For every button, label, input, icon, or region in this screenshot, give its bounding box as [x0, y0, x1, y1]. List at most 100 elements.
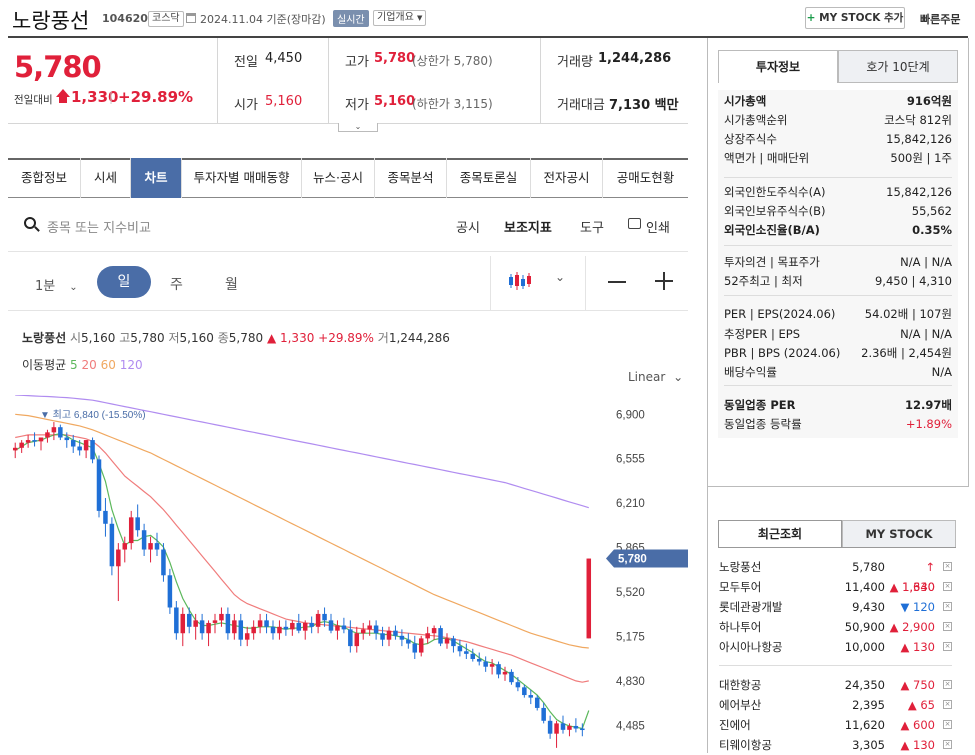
invest-row: 외국인한도주식수(A) 15,842,126 [724, 183, 952, 202]
tools-button[interactable]: 도구 [580, 217, 604, 236]
tab-board[interactable]: 종목토론실 [447, 158, 531, 198]
zoom-out-icon[interactable] [608, 281, 626, 283]
remove-icon[interactable]: × [943, 622, 952, 631]
tab-news[interactable]: 뉴스·공시 [302, 158, 375, 198]
legend-high-label: 고 [119, 331, 131, 345]
minute-select[interactable]: 1분 ⌄ [35, 275, 78, 294]
invest-label: 동일업종 PER [724, 398, 796, 412]
recent-item[interactable]: 진에어 11,620 ▲ 600 × [719, 715, 952, 735]
candle-body [373, 625, 379, 634]
recent-item[interactable]: 롯데관광개발 9,430 ▼ 120 × [719, 597, 952, 617]
tab-mystock[interactable]: MY STOCK [842, 520, 956, 548]
recent-item[interactable]: 에어부산 2,395 ▲ 65 × [719, 695, 952, 715]
invest-label: 배당수익률 [724, 365, 777, 379]
chevron-down-icon[interactable]: ⌄ [555, 270, 565, 284]
invest-row: PBR | BPS (2024.06) 2.36배 | 2,454원 [724, 344, 952, 363]
candle-body [425, 633, 430, 639]
candle-body [354, 633, 360, 647]
candle-body [116, 549, 121, 567]
remove-icon[interactable]: × [943, 680, 952, 689]
change-label: 전일대비 [14, 94, 53, 106]
invest-value: 15,842,126 [886, 132, 952, 146]
print-button[interactable]: 인쇄 [646, 217, 670, 236]
remove-icon[interactable]: × [943, 562, 952, 571]
expand-toggle[interactable]: ⌄ [338, 123, 378, 132]
invest-label: 추정PER | EPS [724, 327, 801, 341]
invest-value: N/A | N/A [900, 255, 952, 269]
remove-icon[interactable]: × [943, 582, 952, 591]
legend-close-label: 종 [217, 331, 229, 345]
remove-icon[interactable]: × [943, 720, 952, 729]
invest-value: 2.36배 | 2,454원 [861, 346, 952, 360]
candle-body [412, 643, 418, 653]
candle-body [64, 437, 70, 441]
quick-order-link[interactable]: 빠른주문 [920, 11, 960, 27]
tab-recent[interactable]: 최근조회 [718, 520, 842, 548]
invest-value: 54.02배 | 107원 [864, 307, 952, 321]
candle-body [148, 543, 153, 550]
invest-row: 상장주식수 15,842,126 [724, 130, 952, 149]
candle-type-icon[interactable] [508, 270, 532, 292]
recent-item[interactable]: 하나투어 50,900 ▲ 2,900 × [719, 617, 952, 637]
mystock-add-button[interactable]: + MY STOCK 추가 [805, 7, 905, 29]
compare-search-input[interactable]: 종목 또는 지수비교 [47, 217, 207, 236]
invest-label: 시가총액순위 [724, 113, 788, 127]
y-tick-label: 4,830 [616, 676, 645, 688]
candle-body [58, 427, 63, 438]
invest-value: 9,450 | 4,310 [874, 274, 952, 288]
candle-body [418, 638, 424, 653]
remove-icon[interactable]: × [943, 740, 952, 749]
company-info-label: 기업개요 [377, 12, 414, 23]
company-info-button[interactable]: 기업개요 ▼ [373, 10, 427, 26]
realtime-badge[interactable]: 실시간 [333, 10, 369, 27]
y-tick-label: 4,485 [616, 720, 645, 732]
candle-body [315, 613, 321, 627]
candle-body [360, 629, 366, 634]
candle-body [122, 543, 128, 550]
candle-body [476, 658, 482, 662]
tab-short-selling[interactable]: 공매도현황 [603, 158, 688, 198]
invest-label: 상장주식수 [724, 132, 777, 146]
invest-value: 55,562 [911, 204, 952, 218]
period-day-button[interactable]: 일 [97, 266, 151, 298]
tab-hoga[interactable]: 호가 10단계 [838, 50, 958, 83]
tab-chart[interactable]: 차트 [131, 158, 182, 198]
legend-close: 5,780 [228, 331, 264, 345]
price-tag-label: 5,780 [618, 554, 647, 566]
period-month-button[interactable]: 월 [225, 274, 238, 294]
candle-glyph [509, 272, 531, 290]
scale-select[interactable]: Linear ⌄ [628, 370, 683, 384]
print-icon[interactable] [628, 218, 641, 229]
invest-value: +1.89% [905, 417, 952, 431]
candle-body [586, 558, 592, 639]
zoom-in-icon[interactable] [655, 272, 673, 290]
candle-body [399, 635, 405, 640]
recent-item[interactable]: 아시아나항공 10,000 ▲ 130 × [719, 637, 952, 657]
recent-item[interactable]: 모두투어 11,400 ▲ 1,640 × [719, 577, 952, 597]
candle-body [141, 530, 147, 550]
tab-investors[interactable]: 투자자별 매매동향 [182, 158, 302, 198]
tab-analysis[interactable]: 종목분석 [375, 158, 447, 198]
invest-value: 500원 | 1주 [890, 151, 952, 165]
candle-body [290, 622, 295, 630]
indicator-button[interactable]: 보조지표 [504, 217, 552, 236]
recent-name: 에어부산 [719, 698, 762, 712]
price-chart[interactable]: 6,9006,5556,2105,8655,5205,1754,8304,485… [8, 395, 688, 753]
recent-change: ▲ 600 [900, 718, 935, 732]
candle-body [444, 638, 450, 644]
period-week-button[interactable]: 주 [170, 274, 183, 294]
remove-icon[interactable]: × [943, 700, 952, 709]
recent-item[interactable]: 티웨이항공 3,305 ▲ 130 × [719, 735, 952, 755]
tab-invest-info[interactable]: 투자정보 [718, 50, 838, 83]
remove-icon[interactable]: × [943, 602, 952, 611]
legend-volume: 1,244,286 [388, 331, 450, 345]
remove-icon[interactable]: × [943, 642, 952, 651]
y-tick-label: 5,175 [616, 631, 645, 643]
recent-item[interactable]: 노랑풍선 5,780 ↑ 1,330 × [719, 557, 952, 594]
notice-toggle[interactable]: 공시 [456, 217, 480, 236]
tab-price[interactable]: 시세 [81, 158, 131, 198]
candle-body [270, 626, 276, 634]
tab-disclosure[interactable]: 전자공시 [531, 158, 603, 198]
recent-item[interactable]: 대한항공 24,350 ▲ 750 × [719, 675, 952, 695]
tab-summary[interactable]: 종합정보 [8, 158, 81, 198]
